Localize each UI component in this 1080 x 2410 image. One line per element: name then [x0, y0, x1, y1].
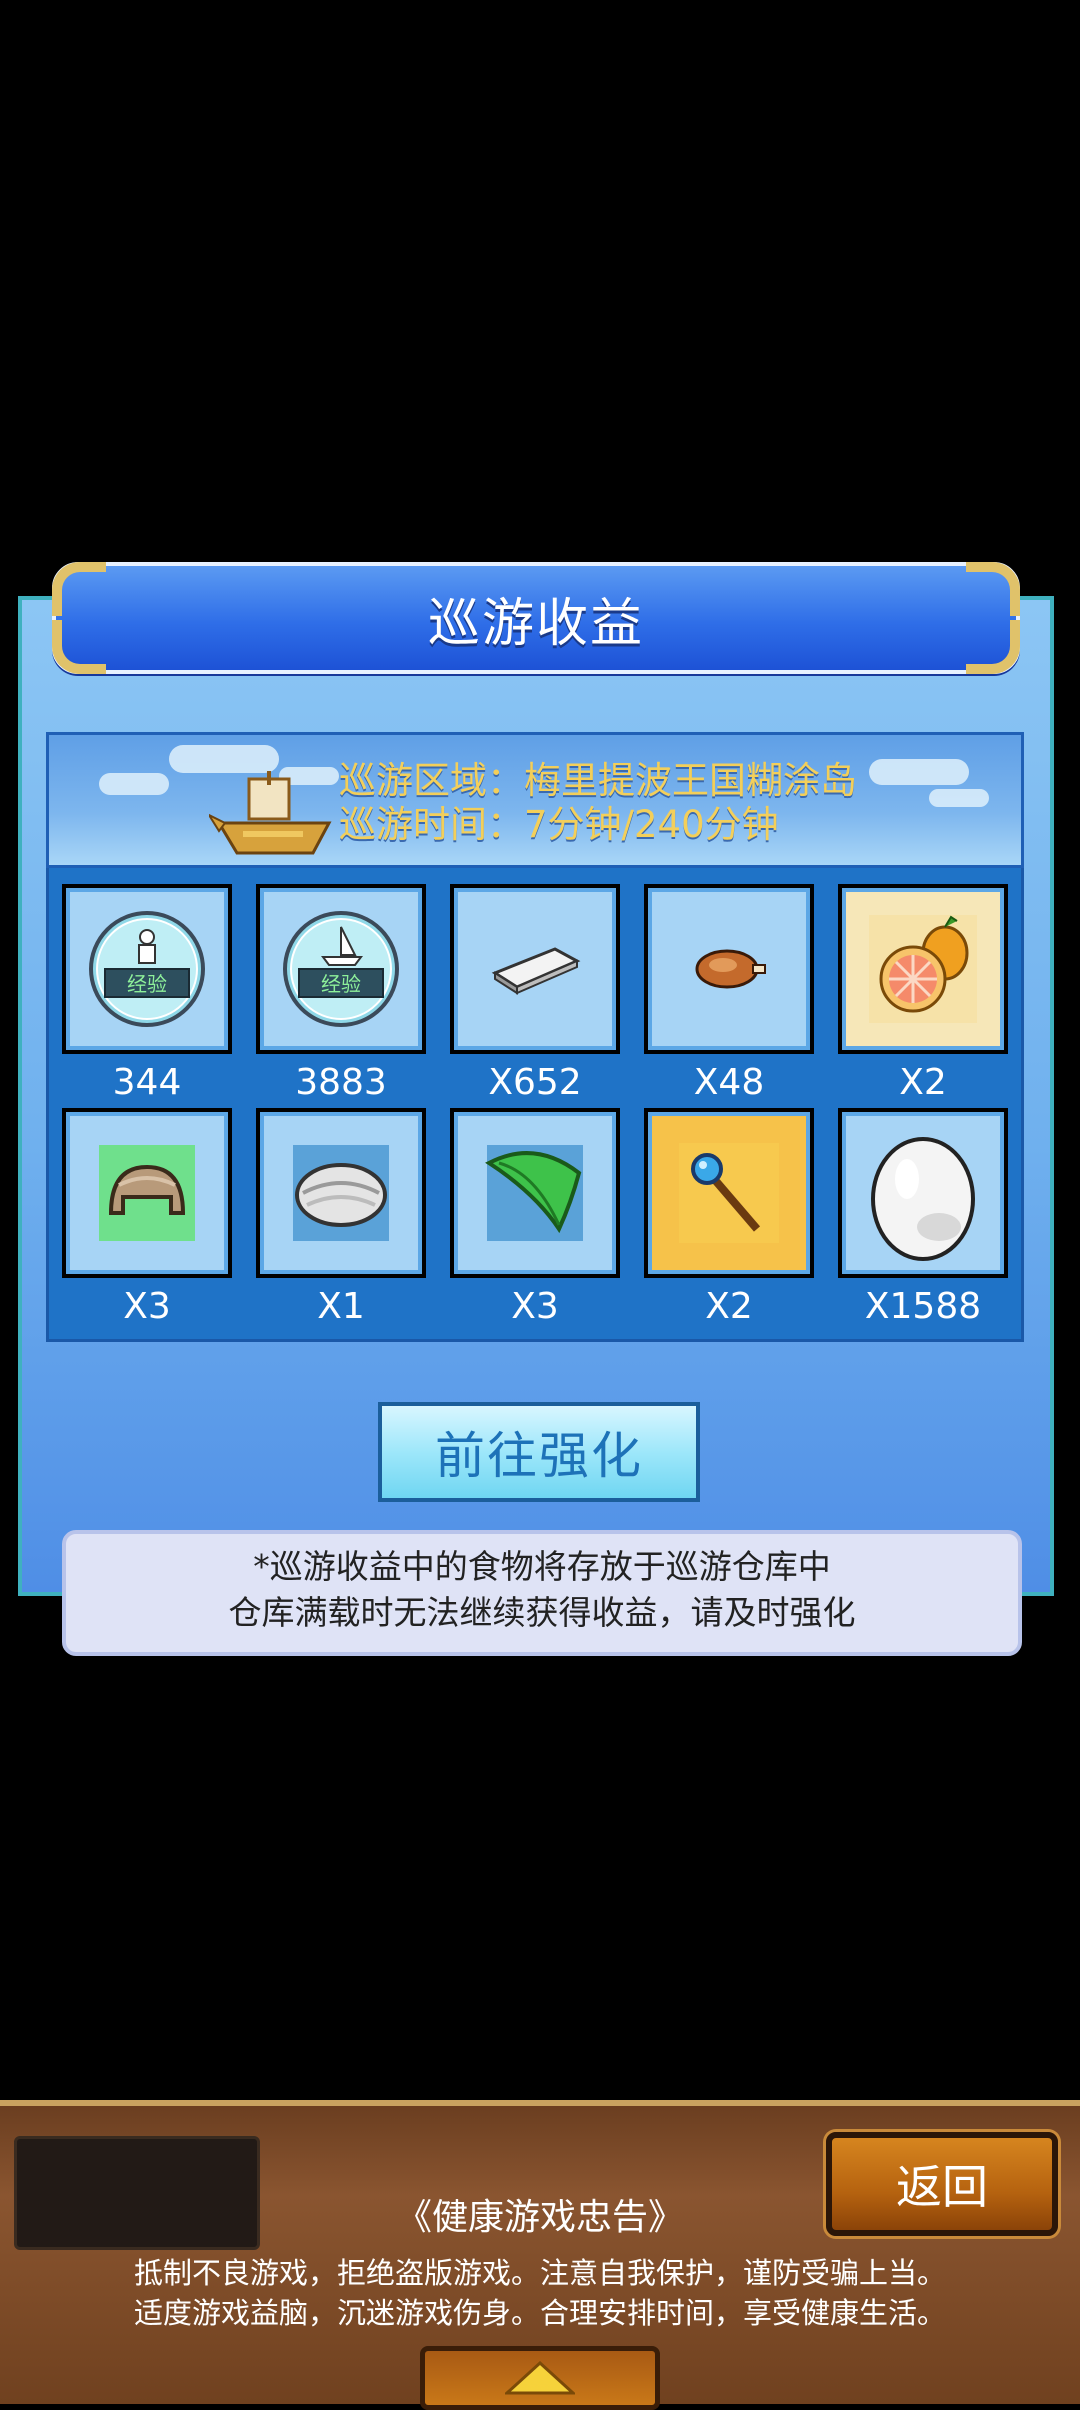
arrow-up-icon — [505, 2361, 575, 2395]
orange-fruit-icon — [869, 915, 977, 1023]
reward-slot[interactable]: 经验 — [256, 884, 426, 1054]
dialog-title-bar: 巡游收益 — [52, 562, 1020, 674]
reward-slot[interactable] — [838, 1108, 1008, 1278]
green-leaf-icon — [485, 1145, 583, 1241]
bottom-bar: 返回 《健康游戏忠告》 抵制不良游戏，拒绝盗版游戏。注意自我保护，谨防受骗上当。… — [0, 2100, 1080, 2410]
notice-line-1: *巡游收益中的食物将存放于巡游仓库中 — [253, 1547, 831, 1586]
reward-slot[interactable] — [450, 1108, 620, 1278]
corner-ornament — [966, 620, 1020, 674]
reward-slot[interactable]: 经验 — [62, 884, 232, 1054]
reward-slot[interactable] — [256, 1108, 426, 1278]
cruise-area: 巡游区域：梅里提波王国糊涂岛 — [339, 759, 857, 802]
reward-qty: X2 — [899, 1062, 947, 1103]
reward-qty: X1 — [317, 1286, 365, 1327]
health-advice-title: 《健康游戏忠告》 — [395, 2197, 684, 2238]
cruise-info-panel: 巡游区域：梅里提波王国糊涂岛 巡游时间：7分钟/240分钟 — [46, 732, 1024, 868]
cruise-time: 巡游时间：7分钟/240分钟 — [339, 803, 779, 846]
rice-bun-icon — [293, 1145, 389, 1241]
cruise-info-text: 巡游区域：梅里提波王国糊涂岛 巡游时间：7分钟/240分钟 — [339, 759, 857, 847]
reward-qty: 344 — [112, 1062, 182, 1103]
reward-slot[interactable] — [644, 884, 814, 1054]
reward-slot[interactable] — [450, 884, 620, 1054]
corner-ornament — [52, 562, 106, 616]
dialog-title: 巡游收益 — [427, 593, 644, 654]
reward-qty: X2 — [705, 1286, 753, 1327]
health-advice-line-1: 抵制不良游戏，拒绝盗版游戏。注意自我保护，谨防受骗上当。 — [133, 2256, 946, 2290]
silver-bar-icon — [491, 947, 581, 995]
corner-ornament — [966, 562, 1020, 616]
roast-meat-icon — [695, 949, 766, 989]
reward-qty: X48 — [693, 1062, 765, 1103]
magic-staff-icon — [679, 1143, 779, 1243]
health-advice-line-2: 适度游戏益脑，沉迷游戏伤身。合理安排时间，享受健康生活。 — [133, 2296, 946, 2330]
ship-icon — [209, 771, 332, 855]
exp-person-icon: 经验 — [89, 911, 205, 1027]
reward-qty: X3 — [511, 1286, 559, 1327]
reward-slot[interactable] — [62, 1108, 232, 1278]
notice-line-2: 仓库满载时无法继续获得收益，请及时强化 — [228, 1593, 856, 1632]
reward-qty: X652 — [488, 1062, 582, 1103]
reward-slot[interactable] — [644, 1108, 814, 1278]
reward-slot[interactable] — [838, 884, 1008, 1054]
corner-ornament — [52, 620, 106, 674]
exp-label: 经验 — [127, 972, 167, 996]
expand-button[interactable] — [420, 2346, 660, 2410]
exp-label: 经验 — [321, 972, 361, 996]
enhance-button[interactable]: 前往强化 — [378, 1402, 700, 1502]
reward-qty: 3883 — [295, 1062, 387, 1103]
reward-qty: X1588 — [864, 1286, 982, 1327]
reward-qty: X3 — [123, 1286, 171, 1327]
bread-loaf-icon — [99, 1145, 195, 1241]
storage-notice: *巡游收益中的食物将存放于巡游仓库中 仓库满载时无法继续获得收益，请及时强化 — [62, 1530, 1022, 1656]
exp-ship-icon: 经验 — [283, 911, 399, 1027]
egg-icon — [871, 1137, 975, 1261]
